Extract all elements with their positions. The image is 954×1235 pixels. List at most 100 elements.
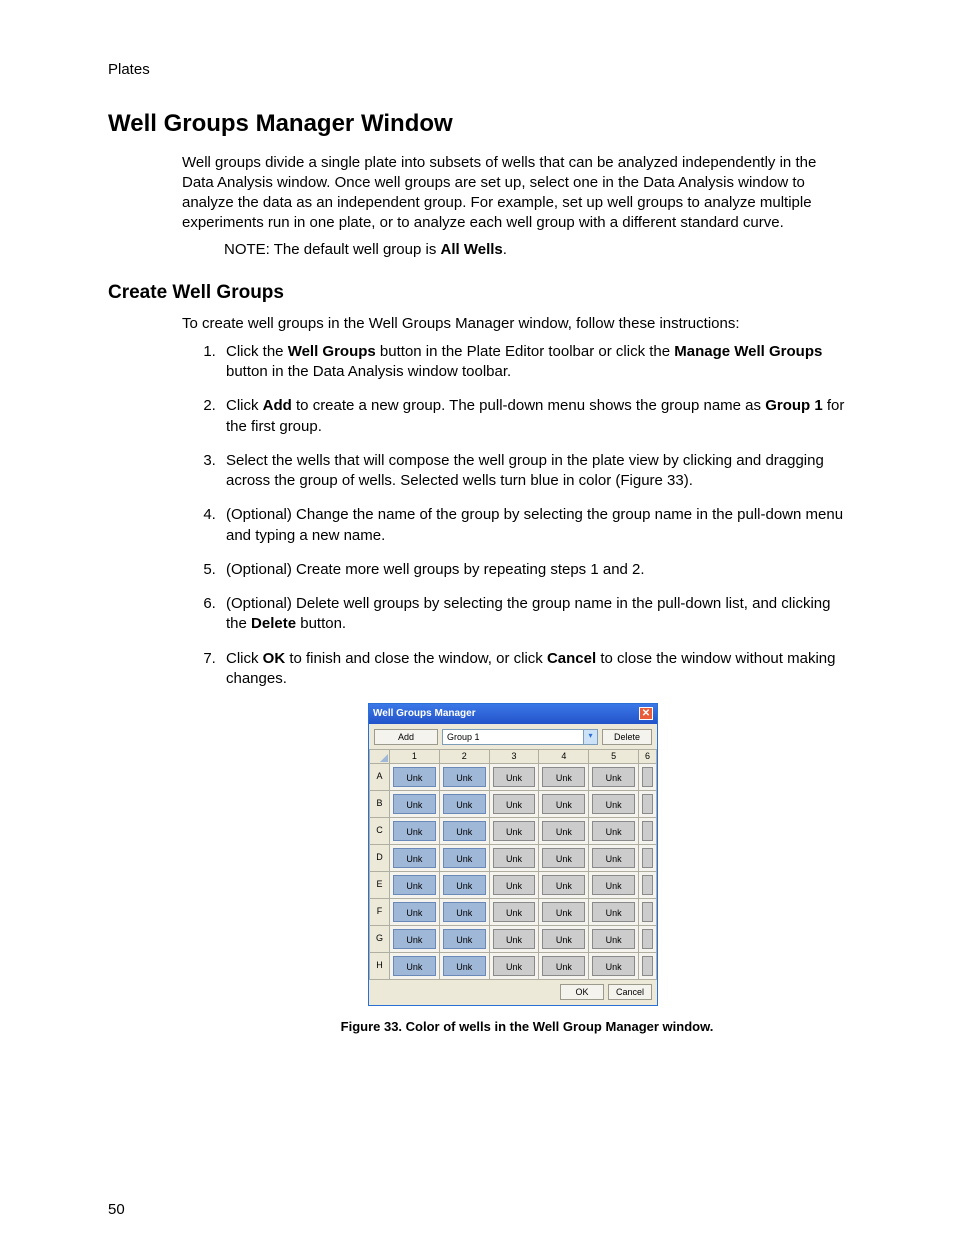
- well-cell[interactable]: Unk: [589, 898, 639, 925]
- well-cell[interactable]: Unk: [489, 871, 539, 898]
- well[interactable]: Unk: [493, 848, 536, 868]
- well[interactable]: Unk: [493, 875, 536, 895]
- well-cell[interactable]: Unk: [539, 925, 589, 952]
- well-selected[interactable]: Unk: [443, 929, 486, 949]
- well-cell[interactable]: Unk: [489, 898, 539, 925]
- well-selected[interactable]: Unk: [393, 794, 436, 814]
- well-cell[interactable]: [639, 763, 657, 790]
- well-cell[interactable]: Unk: [390, 844, 440, 871]
- cancel-button[interactable]: Cancel: [608, 984, 652, 1000]
- well-cell[interactable]: Unk: [439, 763, 489, 790]
- well-cell[interactable]: Unk: [489, 763, 539, 790]
- well[interactable]: [642, 929, 653, 949]
- well[interactable]: [642, 875, 653, 895]
- well-cell[interactable]: Unk: [539, 871, 589, 898]
- well-selected[interactable]: Unk: [393, 956, 436, 976]
- well-cell[interactable]: [639, 790, 657, 817]
- well-cell[interactable]: Unk: [439, 898, 489, 925]
- well-selected[interactable]: Unk: [393, 929, 436, 949]
- well-selected[interactable]: Unk: [443, 875, 486, 895]
- well[interactable]: Unk: [542, 767, 585, 787]
- well[interactable]: Unk: [592, 848, 635, 868]
- well[interactable]: Unk: [542, 902, 585, 922]
- well-cell[interactable]: Unk: [439, 871, 489, 898]
- well-cell[interactable]: Unk: [390, 763, 440, 790]
- well[interactable]: Unk: [493, 929, 536, 949]
- well-selected[interactable]: Unk: [443, 902, 486, 922]
- ok-button[interactable]: OK: [560, 984, 604, 1000]
- well-selected[interactable]: Unk: [443, 794, 486, 814]
- well-cell[interactable]: Unk: [589, 952, 639, 979]
- well-cell[interactable]: Unk: [539, 763, 589, 790]
- well-selected[interactable]: Unk: [443, 821, 486, 841]
- close-icon[interactable]: ✕: [639, 707, 653, 720]
- group-dropdown[interactable]: Group 1 ▾: [442, 729, 598, 745]
- well-cell[interactable]: Unk: [439, 952, 489, 979]
- well[interactable]: [642, 902, 653, 922]
- well[interactable]: Unk: [592, 821, 635, 841]
- well-cell[interactable]: Unk: [390, 925, 440, 952]
- well-cell[interactable]: [639, 871, 657, 898]
- well[interactable]: [642, 767, 653, 787]
- well-cell[interactable]: Unk: [390, 790, 440, 817]
- well-cell[interactable]: [639, 898, 657, 925]
- well-selected[interactable]: Unk: [393, 902, 436, 922]
- well-cell[interactable]: Unk: [539, 844, 589, 871]
- well[interactable]: Unk: [493, 956, 536, 976]
- well-selected[interactable]: Unk: [443, 956, 486, 976]
- plate-grid[interactable]: 1 2 3 4 5 6 AUnkUnkUnkUnkUnkBUnkUnkUnkUn…: [369, 749, 657, 980]
- delete-button[interactable]: Delete: [602, 729, 652, 745]
- well[interactable]: Unk: [542, 929, 585, 949]
- well[interactable]: Unk: [493, 821, 536, 841]
- well-cell[interactable]: Unk: [539, 898, 589, 925]
- well-cell[interactable]: Unk: [439, 925, 489, 952]
- well-selected[interactable]: Unk: [393, 848, 436, 868]
- well[interactable]: Unk: [592, 767, 635, 787]
- add-button[interactable]: Add: [374, 729, 438, 745]
- well-cell[interactable]: Unk: [439, 817, 489, 844]
- well[interactable]: Unk: [592, 956, 635, 976]
- well[interactable]: Unk: [592, 929, 635, 949]
- well-cell[interactable]: Unk: [390, 817, 440, 844]
- well-cell[interactable]: Unk: [489, 952, 539, 979]
- well[interactable]: Unk: [592, 902, 635, 922]
- well[interactable]: Unk: [592, 794, 635, 814]
- well[interactable]: Unk: [542, 794, 585, 814]
- well-cell[interactable]: Unk: [489, 790, 539, 817]
- well[interactable]: Unk: [493, 902, 536, 922]
- well-cell[interactable]: Unk: [390, 952, 440, 979]
- well-cell[interactable]: Unk: [390, 898, 440, 925]
- well-cell[interactable]: Unk: [589, 871, 639, 898]
- well[interactable]: [642, 794, 653, 814]
- well[interactable]: Unk: [542, 848, 585, 868]
- well-cell[interactable]: Unk: [539, 790, 589, 817]
- well-cell[interactable]: Unk: [489, 925, 539, 952]
- well-selected[interactable]: Unk: [393, 821, 436, 841]
- chevron-down-icon[interactable]: ▾: [583, 730, 597, 744]
- well-cell[interactable]: Unk: [589, 817, 639, 844]
- well-cell[interactable]: Unk: [390, 871, 440, 898]
- well-cell[interactable]: Unk: [439, 844, 489, 871]
- well[interactable]: Unk: [542, 875, 585, 895]
- well-cell[interactable]: [639, 817, 657, 844]
- well-cell[interactable]: Unk: [489, 817, 539, 844]
- well[interactable]: Unk: [592, 875, 635, 895]
- well-cell[interactable]: Unk: [589, 790, 639, 817]
- well-selected[interactable]: Unk: [443, 767, 486, 787]
- well-cell[interactable]: Unk: [489, 844, 539, 871]
- well-cell[interactable]: [639, 925, 657, 952]
- well-cell[interactable]: Unk: [589, 925, 639, 952]
- well-selected[interactable]: Unk: [443, 848, 486, 868]
- well[interactable]: Unk: [493, 767, 536, 787]
- well[interactable]: Unk: [493, 794, 536, 814]
- well[interactable]: [642, 956, 653, 976]
- well-cell[interactable]: Unk: [589, 763, 639, 790]
- well-cell[interactable]: Unk: [439, 790, 489, 817]
- well[interactable]: [642, 821, 653, 841]
- well[interactable]: [642, 848, 653, 868]
- well-cell[interactable]: [639, 952, 657, 979]
- well-cell[interactable]: [639, 844, 657, 871]
- well[interactable]: Unk: [542, 956, 585, 976]
- well-cell[interactable]: Unk: [589, 844, 639, 871]
- well-selected[interactable]: Unk: [393, 875, 436, 895]
